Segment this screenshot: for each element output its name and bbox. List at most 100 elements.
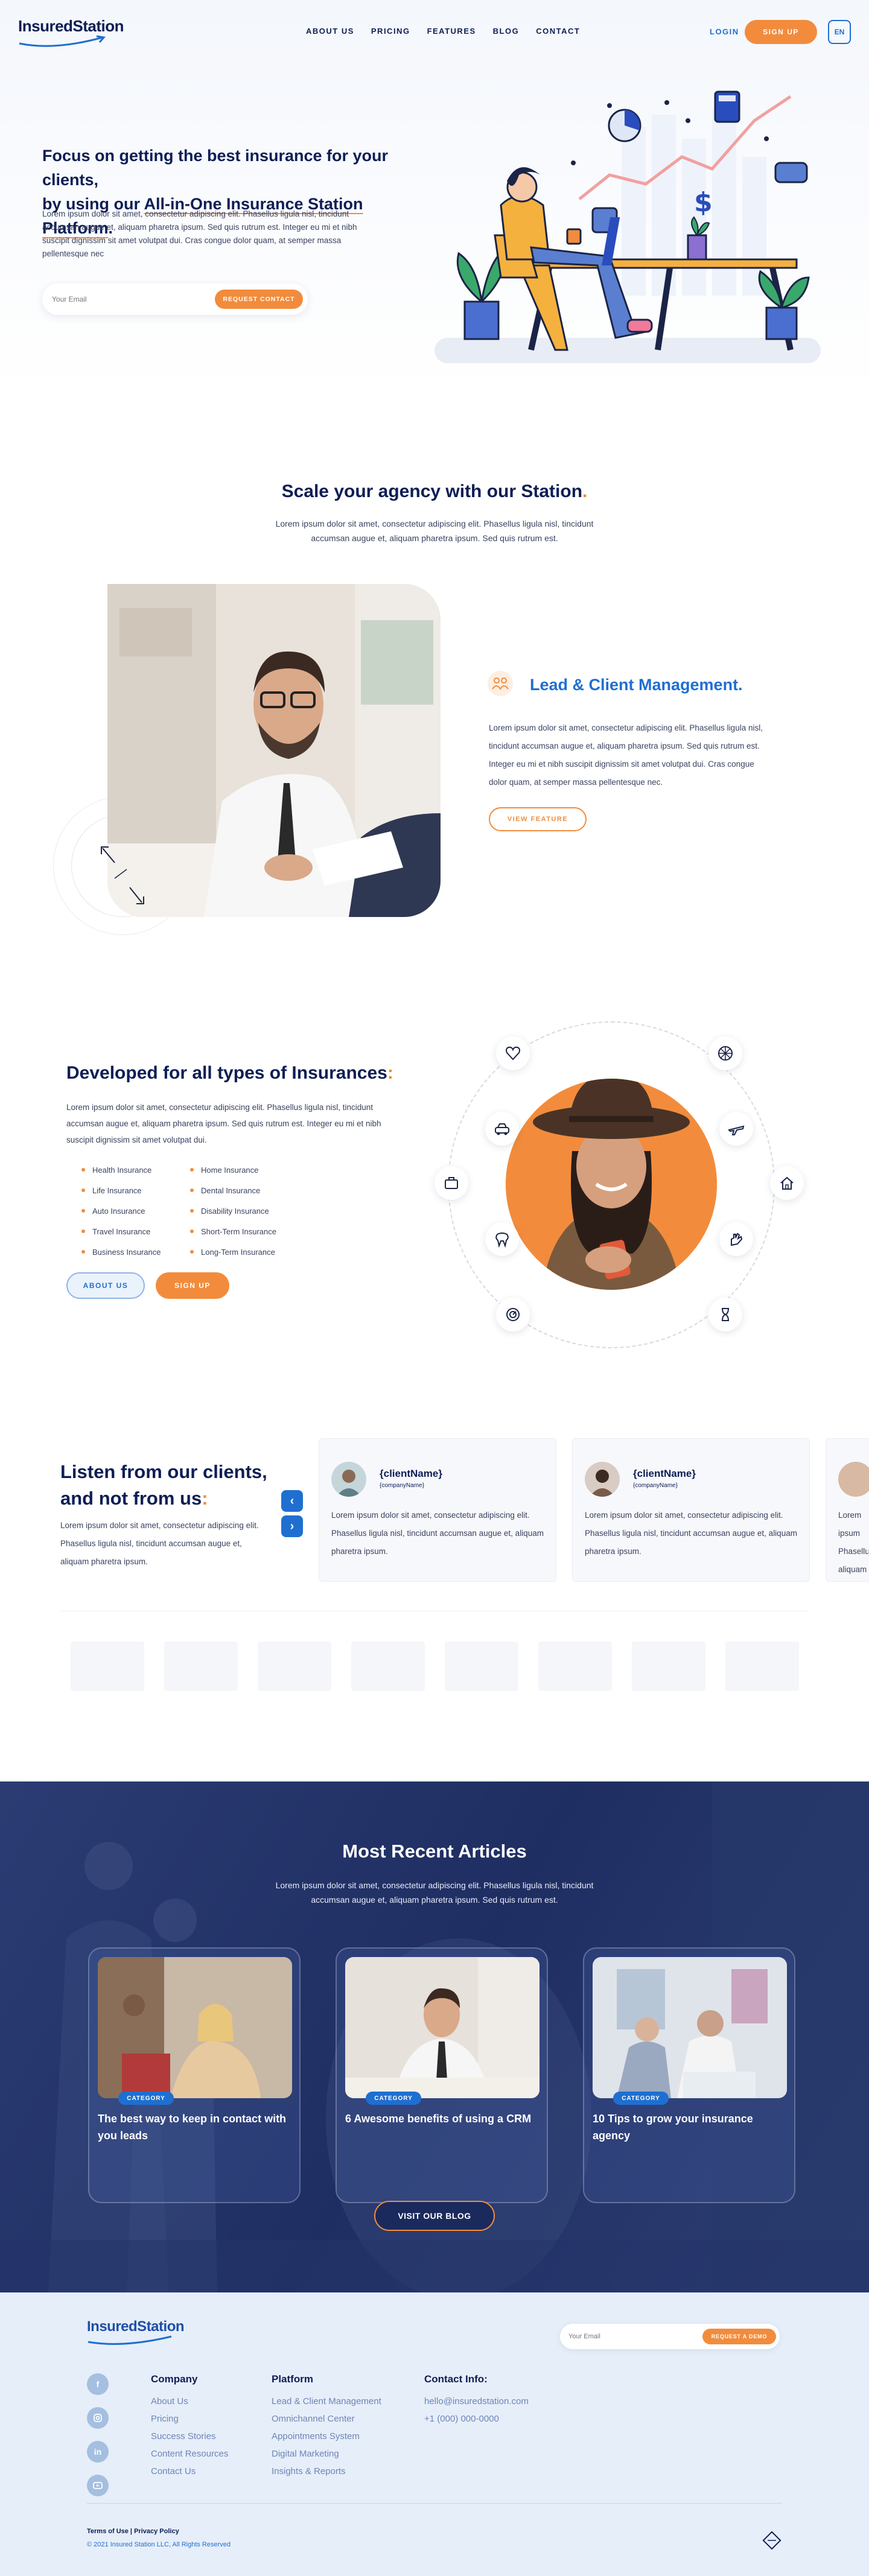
article-image — [345, 1957, 540, 2098]
partner-logo-placeholder — [445, 1642, 518, 1691]
footer-link[interactable]: Omnichannel Center — [272, 2410, 410, 2428]
footer-email-input[interactable] — [568, 2329, 689, 2344]
category-badge[interactable]: CATEGORY — [366, 2092, 421, 2105]
footer-platform-column: Platform Lead & Client Management Omnich… — [272, 2373, 410, 2480]
footer-heading: Company — [151, 2373, 198, 2385]
footer-heading: Contact Info: — [424, 2373, 488, 2385]
view-feature-button[interactable]: VIEW FEATURE — [489, 807, 587, 831]
nav-pricing[interactable]: PRICING — [371, 27, 410, 36]
footer-logo[interactable]: InsuredStation — [87, 2318, 202, 2346]
visit-blog-button[interactable]: VISIT OUR BLOG — [374, 2201, 495, 2231]
footer-link[interactable]: Pricing — [151, 2410, 259, 2428]
meeting-photo-art — [107, 584, 441, 917]
category-badge[interactable]: CATEGORY — [118, 2092, 174, 2105]
nav-blog[interactable]: BLOG — [493, 27, 520, 36]
company-name: {companyName} — [633, 1482, 678, 1489]
partner-logo-placeholder — [632, 1642, 705, 1691]
contact-email[interactable]: hello@insuredstation.com — [424, 2393, 575, 2410]
social-links: f in — [87, 2373, 109, 2496]
nav-features[interactable]: FEATURES — [427, 27, 476, 36]
lead-management-icon — [488, 671, 513, 696]
testimonial-text: Lorem ipsum dolor sit amet, consectetur … — [585, 1511, 797, 1556]
footer-link[interactable]: Content Resources — [151, 2445, 259, 2463]
legal-separator: | — [128, 2528, 135, 2535]
hero-email-input[interactable] — [52, 290, 197, 309]
list-item: Long-Term Insurance — [190, 1242, 311, 1262]
insurance-type: Health Insurance — [92, 1165, 152, 1175]
list-item: Dental Insurance — [190, 1180, 311, 1201]
privacy-link[interactable]: Privacy Policy — [134, 2528, 179, 2535]
list-item: Business Insurance — [81, 1242, 190, 1262]
article-title[interactable]: 10 Tips to grow your insurance agency — [593, 2110, 786, 2144]
footer-link[interactable]: Insights & Reports — [272, 2463, 410, 2480]
site-logo[interactable]: InsuredStation — [18, 17, 133, 47]
scale-title-text: Scale your agency with our Station — [281, 481, 583, 501]
company-name: {companyName} — [380, 1482, 424, 1489]
tooth-icon — [485, 1222, 519, 1256]
list-item: Home Insurance — [190, 1160, 311, 1180]
expand-arrows-icon — [101, 846, 144, 904]
request-contact-button[interactable]: REQUEST CONTACT — [215, 290, 303, 309]
logo-swoosh-icon — [19, 35, 106, 47]
partner-logo-placeholder — [538, 1642, 612, 1691]
logo-text: InsuredStation — [18, 17, 124, 35]
facebook-icon[interactable]: f — [87, 2373, 109, 2395]
footer-link[interactable]: Lead & Client Management — [272, 2393, 410, 2410]
footer-link[interactable]: Contact Us — [151, 2463, 259, 2480]
footer-link[interactable]: Appointments System — [272, 2428, 410, 2445]
article-title[interactable]: 6 Awesome benefits of using a CRM — [345, 2110, 538, 2127]
footer-link[interactable]: Success Stories — [151, 2428, 259, 2445]
client-name: {clientName} — [633, 1468, 696, 1479]
list-item: Auto Insurance — [81, 1201, 190, 1221]
footer-divider — [87, 2503, 782, 2504]
article-title[interactable]: The best way to keep in contact with you… — [98, 2110, 291, 2144]
testimonials-title-line1: Listen from our clients, — [60, 1461, 267, 1482]
language-selector[interactable]: EN — [828, 20, 851, 44]
header-signup-button[interactable]: SIGN UP — [745, 20, 817, 44]
types-title: Developed for all types of Insurances: — [66, 1063, 393, 1083]
article-photo-art — [345, 1957, 540, 2098]
svg-text:$: $ — [694, 187, 713, 218]
types-signup-button[interactable]: SIGN UP — [156, 1272, 229, 1299]
contact-phone[interactable]: +1 (000) 000-0000 — [424, 2410, 575, 2428]
footer-link[interactable]: Digital Marketing — [272, 2445, 410, 2463]
nav-contact[interactable]: CONTACT — [536, 27, 580, 36]
article-image — [593, 1957, 787, 2098]
article-card[interactable]: CATEGORY The best way to keep in contact… — [88, 1947, 301, 2203]
login-link[interactable]: LOGIN — [710, 27, 739, 36]
bullet-icon — [81, 1188, 85, 1192]
carousel-prev-button[interactable]: ‹ — [281, 1490, 303, 1512]
articles-body: Lorem ipsum dolor sit amet, consectetur … — [275, 1880, 594, 1905]
testimonials-title: Listen from our clients, and not from us… — [60, 1459, 267, 1512]
insurance-type: Home Insurance — [201, 1165, 259, 1175]
hero-title-line1: Focus on getting the best insurance for … — [42, 147, 389, 189]
types-title-colon: : — [387, 1063, 393, 1083]
hero-body: Lorem ipsum dolor sit amet, consectetur … — [42, 209, 357, 258]
people-icon — [492, 677, 509, 690]
testimonial-card: Lorem ipsum Phasellus aliquam — [826, 1438, 869, 1582]
footer-company-column: Company About Us Pricing Success Stories… — [151, 2373, 259, 2480]
feature-body: Lorem ipsum dolor sit amet, consectetur … — [489, 723, 763, 787]
article-card[interactable]: CATEGORY 10 Tips to grow your insurance … — [583, 1947, 795, 2203]
article-card[interactable]: CATEGORY 6 Awesome benefits of using a C… — [336, 1947, 548, 2203]
avatar — [838, 1462, 869, 1497]
speedometer-icon — [496, 1298, 530, 1331]
bullet-icon — [190, 1168, 194, 1172]
carousel-next-button[interactable]: › — [281, 1515, 303, 1537]
linkedin-icon[interactable]: in — [87, 2441, 109, 2463]
footer-heading: Platform — [272, 2373, 313, 2385]
footer-link[interactable]: About Us — [151, 2393, 259, 2410]
request-demo-button[interactable]: REQUEST A DEMO — [702, 2329, 776, 2344]
about-us-button[interactable]: ABOUT US — [66, 1272, 145, 1299]
youtube-icon[interactable] — [87, 2475, 109, 2496]
nav-about-us[interactable]: ABOUT US — [306, 27, 354, 36]
bullet-icon — [81, 1168, 85, 1172]
instagram-icon[interactable] — [87, 2407, 109, 2429]
bullet-icon — [81, 1209, 85, 1213]
partner-logo-placeholder — [351, 1642, 425, 1691]
category-badge[interactable]: CATEGORY — [613, 2092, 669, 2105]
logo-swoosh-icon — [88, 2335, 172, 2345]
terms-link[interactable]: Terms of Use — [87, 2528, 129, 2535]
aperture-icon — [708, 1036, 742, 1070]
list-item: Short-Term Insurance — [190, 1221, 311, 1242]
